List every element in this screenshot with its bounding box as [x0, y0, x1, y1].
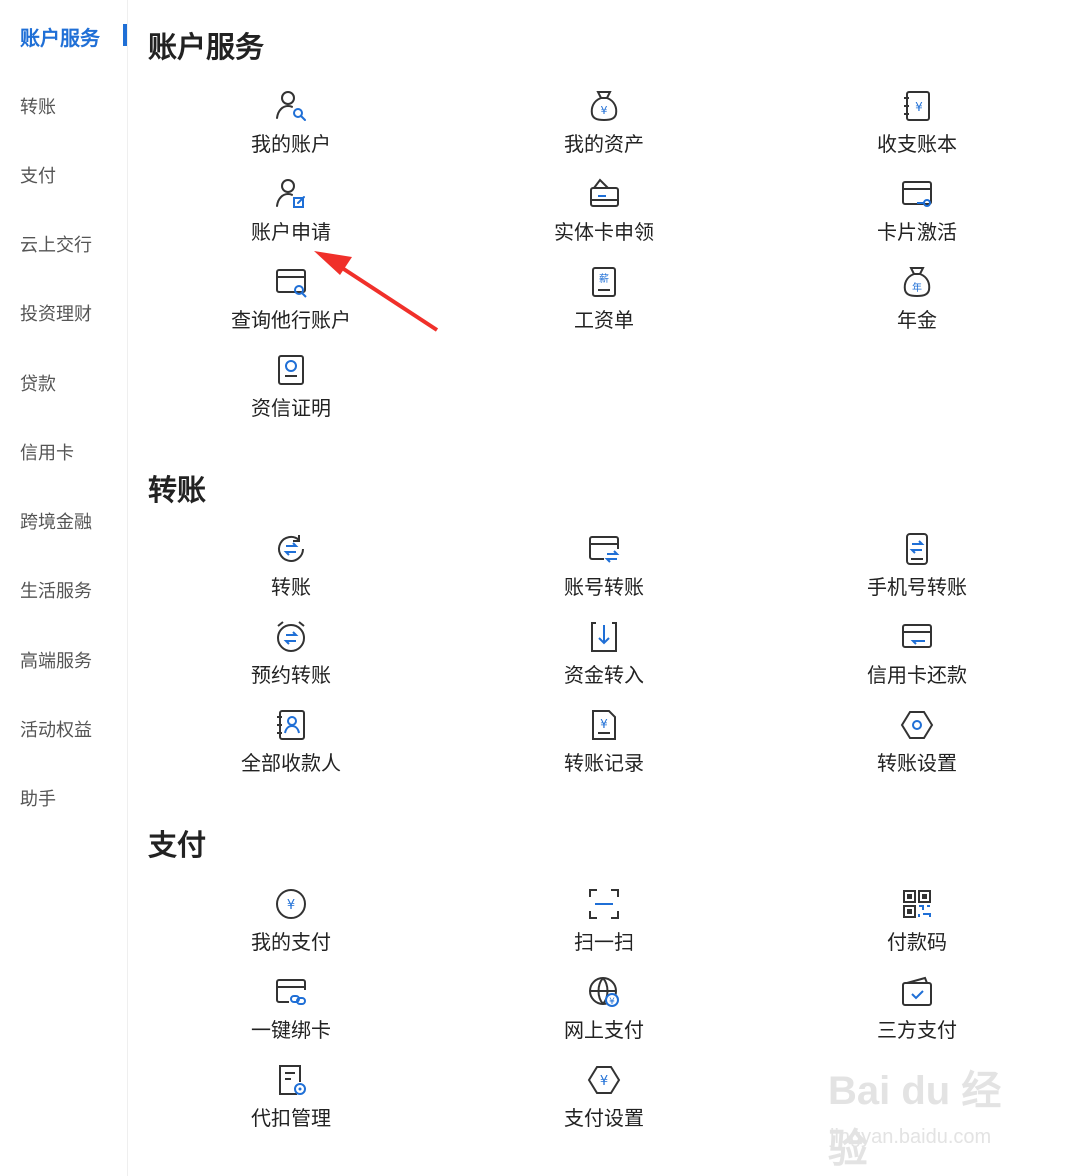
annotation-arrow — [314, 251, 439, 332]
baidu-watermark: Bai du 经验 jingyan.baidu.com — [828, 1058, 1028, 1171]
watermark-brand: Bai du 经验 — [828, 1069, 1002, 1171]
watermark-url: jingyan.baidu.com — [830, 1126, 992, 1148]
